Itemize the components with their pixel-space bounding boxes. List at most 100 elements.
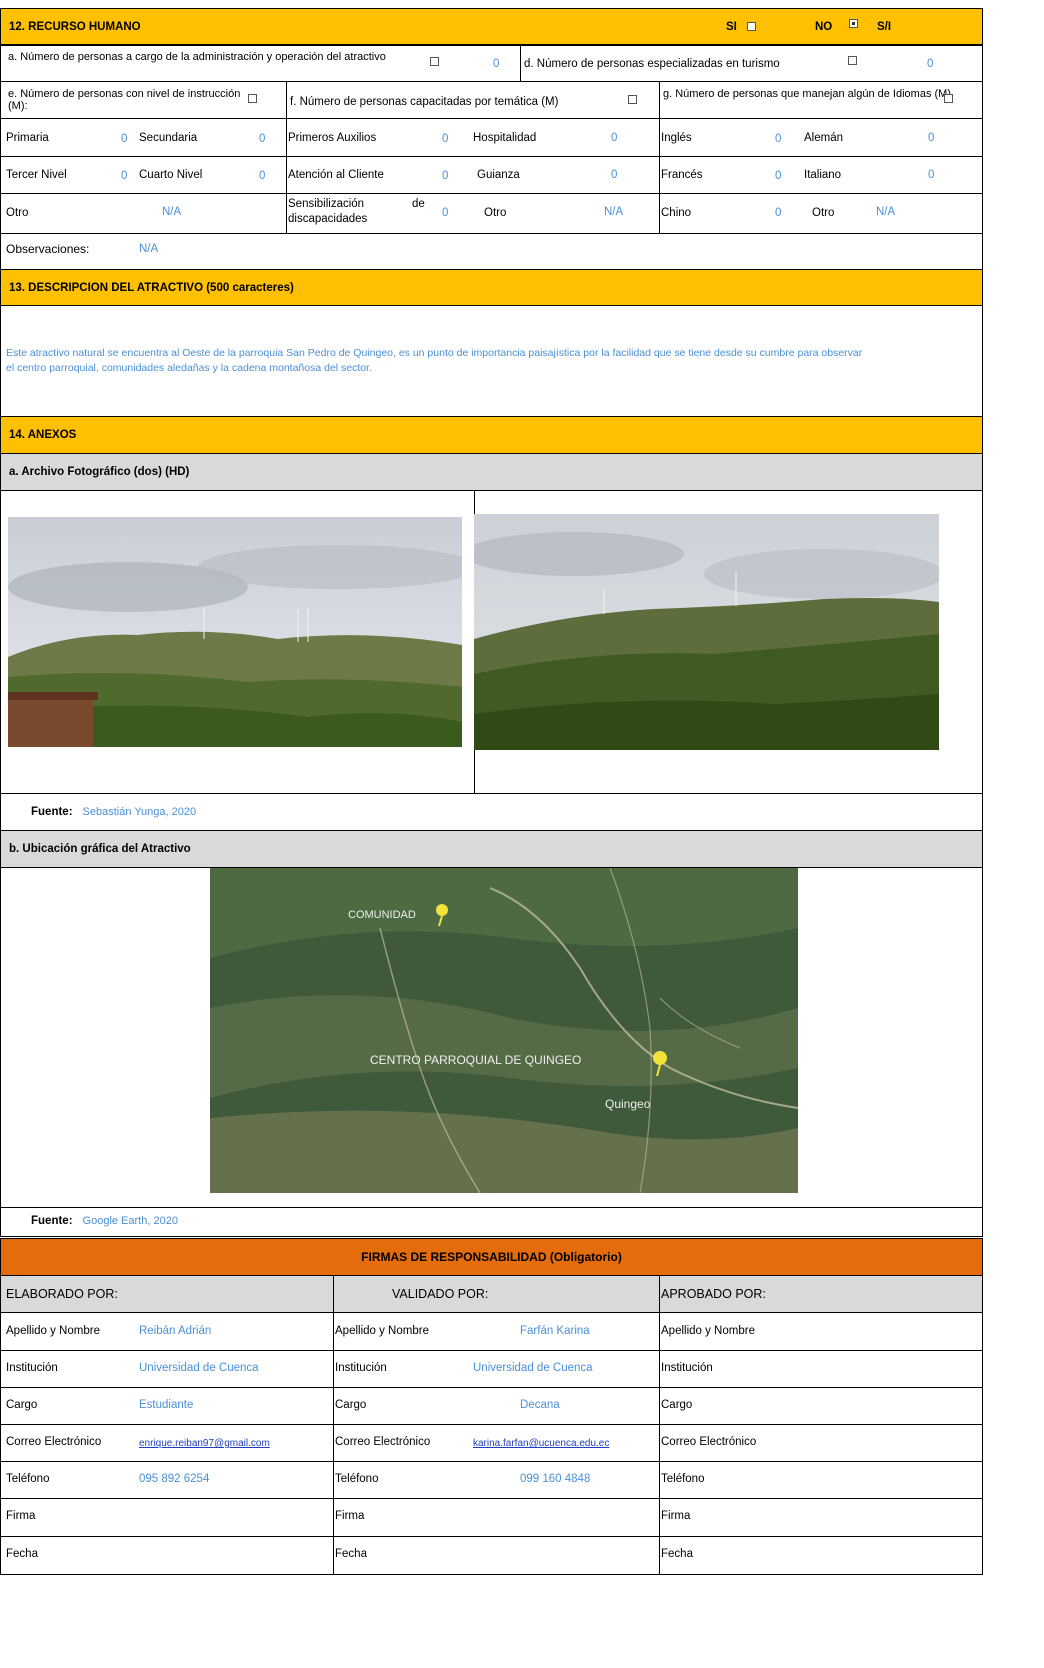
checkbox-a[interactable] [430, 57, 439, 66]
c2-apellido-value: Farfán Karina [520, 1325, 590, 1337]
value-primaria: 0 [121, 133, 128, 145]
label-secundaria: Secundaria [139, 132, 198, 144]
c2-telefono-label: Teléfono [335, 1473, 379, 1485]
label-otro-f: Otro [484, 207, 507, 219]
value-atencion-cliente: 0 [442, 170, 449, 182]
section-12-title: 12. RECURSO HUMANO [9, 20, 141, 33]
map-label-comunidad: COMUNIDAD [348, 909, 416, 921]
firmas-title: FIRMAS DE RESPONSABILIDAD (Obligatorio) [361, 1250, 622, 1264]
label-sensibilizacion: Sensibilización [288, 198, 365, 210]
si-info-label: S/I [877, 21, 892, 33]
firmas-line-5 [0, 1498, 983, 1499]
value-frances: 0 [775, 170, 782, 182]
c2-correo-link[interactable]: karina.farfan@ucuenca.edu.ec [473, 1437, 609, 1450]
value-italiano: 0 [928, 169, 935, 181]
c2-firma-label: Firma [335, 1510, 365, 1522]
c3-firma-label: Firma [661, 1510, 691, 1522]
c1-cargo-label: Cargo [6, 1399, 38, 1411]
si-label: SI [726, 21, 737, 33]
question-a: a. Número de personas a cargo de la admi… [8, 51, 386, 63]
question-f: f. Número de personas capacitadas por te… [290, 96, 559, 108]
firmas-line-4 [0, 1461, 983, 1462]
subsection-a-title: a. Archivo Fotográfico (dos) (HD) [9, 466, 190, 478]
elaborado-label: ELABORADO POR: [6, 1287, 118, 1301]
value-hospitalidad: 0 [611, 132, 618, 144]
value-primeros-auxilios: 0 [442, 133, 449, 145]
photo-2 [474, 514, 939, 750]
section-14-header: 14. ANEXOS [0, 416, 983, 454]
grid-line-2 [0, 193, 983, 194]
value-otro-g: N/A [876, 206, 896, 218]
c1-firma-label: Firma [6, 1510, 36, 1522]
firmas-header: FIRMAS DE RESPONSABILIDAD (Obligatorio) [0, 1238, 983, 1276]
checkbox-e[interactable] [248, 94, 257, 103]
value-aleman: 0 [928, 132, 935, 144]
firmas-line-2 [0, 1387, 983, 1388]
label-aleman: Alemán [804, 132, 843, 144]
label-ingles: Inglés [661, 132, 692, 144]
c3-apellido-label: Apellido y Nombre [661, 1325, 755, 1337]
label-frances: Francés [661, 169, 703, 181]
si-checkbox[interactable] [747, 22, 756, 31]
label-otro-g: Otro [812, 207, 835, 219]
section-13-title: 13. DESCRIPCION DEL ATRACTIVO (500 carac… [9, 281, 294, 294]
value-cuarto-nivel: 0 [259, 170, 266, 182]
value-otro-e: N/A [162, 206, 182, 218]
label-cuarto-nivel: Cuarto Nivel [139, 169, 203, 181]
label-guianza: Guianza [477, 169, 520, 181]
no-label: NO [815, 21, 833, 33]
c3-cargo-label: Cargo [661, 1399, 693, 1411]
fuente-b-row: Fuente: Google Earth, 2020 [0, 1207, 983, 1237]
c2-cargo-label: Cargo [335, 1399, 367, 1411]
section-14-title: 14. ANEXOS [9, 429, 77, 441]
fuente-a-value: Sebastián Yunga, 2020 [82, 805, 197, 818]
c1-apellido-value: Reibán Adrián [139, 1325, 212, 1337]
c2-fecha-label: Fecha [335, 1548, 367, 1560]
label-tercer-nivel: Tercer Nivel [6, 169, 67, 181]
section-13-header: 13. DESCRIPCION DEL ATRACTIVO (500 carac… [0, 269, 983, 306]
c2-institucion-label: Institución [335, 1362, 387, 1374]
subsection-a-header: a. Archivo Fotográfico (dos) (HD) [0, 453, 983, 491]
c2-telefono-value: 099 160 4848 [520, 1473, 591, 1485]
value-secundaria: 0 [259, 133, 266, 145]
firmas-line-1 [0, 1350, 983, 1351]
observaciones-label: Observaciones: [6, 242, 90, 256]
c2-institucion-value: Universidad de Cuenca [473, 1362, 593, 1374]
value-ingles: 0 [775, 133, 782, 145]
label-atencion-cliente: Atención al Cliente [288, 169, 384, 181]
subsection-b-title: b. Ubicación gráfica del Atractivo [9, 843, 191, 855]
checkbox-d[interactable] [848, 56, 857, 65]
no-checkbox[interactable] [849, 19, 858, 28]
question-d: d. Número de personas especializadas en … [524, 58, 780, 70]
label-discapacidades: discapacidades [288, 213, 368, 225]
map-label-quingeo: Quingeo [605, 1097, 651, 1111]
c1-fecha-label: Fecha [6, 1548, 38, 1560]
grid-line-1 [0, 156, 983, 157]
checkbox-f[interactable] [628, 95, 637, 104]
c2-apellido-label: Apellido y Nombre [335, 1325, 429, 1337]
value-a: 0 [493, 58, 500, 70]
value-tercer-nivel: 0 [121, 170, 128, 182]
c3-telefono-label: Teléfono [661, 1473, 705, 1485]
c1-institucion-value: Universidad de Cuenca [139, 1362, 259, 1374]
c3-fecha-label: Fecha [661, 1548, 693, 1560]
c1-telefono-value: 095 892 6254 [139, 1473, 210, 1485]
label-hospitalidad: Hospitalidad [473, 132, 537, 144]
label-sensibilizacion-de: de [412, 198, 425, 210]
section-12-header: 12. RECURSO HUMANO [0, 8, 983, 45]
value-chino: 0 [775, 207, 782, 219]
question-g: g. Número de personas que manejan algún … [663, 88, 951, 100]
label-primaria: Primaria [6, 132, 49, 144]
c1-correo-link[interactable]: enrique.reiban97@gmail.com [139, 1437, 270, 1450]
c2-correo-label: Correo Electrónico [335, 1436, 431, 1448]
header-g [659, 81, 983, 119]
value-otro-f: N/A [604, 206, 624, 218]
value-sensibilizacion: 0 [442, 207, 449, 219]
firmas-line-6 [0, 1536, 983, 1537]
c1-telefono-label: Teléfono [6, 1473, 50, 1485]
firmas-col-2 [333, 1275, 660, 1575]
label-chino: Chino [661, 207, 692, 219]
fuente-b-value: Google Earth, 2020 [82, 1215, 178, 1227]
label-otro-e: Otro [6, 207, 29, 219]
checkbox-g[interactable] [944, 94, 953, 103]
